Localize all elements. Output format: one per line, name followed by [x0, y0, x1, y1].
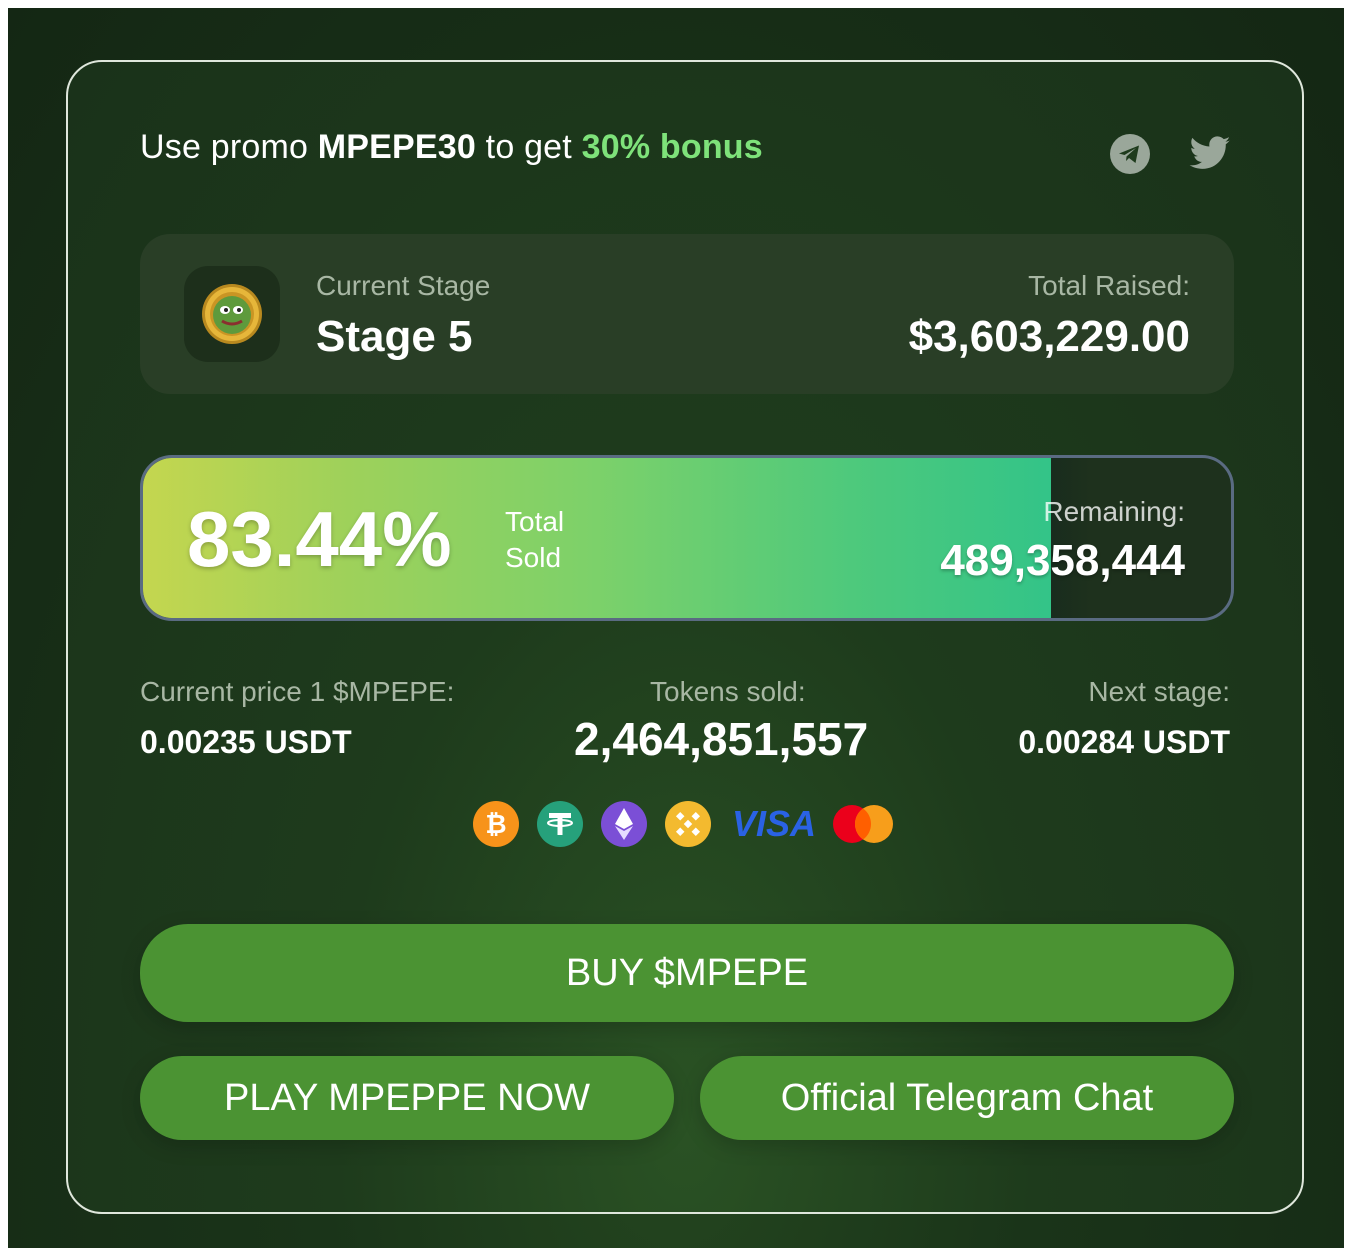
svg-text:₿: ₿	[485, 810, 506, 840]
ethereum-icon	[600, 800, 648, 848]
buy-mpepe-button[interactable]: BUY $MPEPE	[140, 924, 1234, 1022]
current-price-value: 0.00235 USDT	[140, 724, 352, 760]
svg-text:VISA: VISA	[732, 803, 816, 844]
bnb-icon	[664, 800, 712, 848]
presale-widget: Use promo MPEPE30 to get 30% bonus Curre…	[66, 60, 1304, 1214]
total-sold-label: Total Sold	[505, 506, 565, 573]
stage-label: Current Stage	[316, 270, 491, 301]
promo-middle: to get	[485, 128, 572, 166]
promo-code: MPEPE30	[317, 128, 477, 166]
percent-sold: 83.44%	[187, 495, 452, 583]
total-raised-value: $3,603,229.00	[908, 312, 1190, 361]
twitter-icon[interactable]	[1188, 132, 1232, 176]
telegram-chat-button[interactable]: Official Telegram Chat	[700, 1056, 1234, 1140]
promo-banner: Use promo MPEPE30 to get 30% bonus	[140, 128, 763, 167]
stage-panel: Current Stage Stage 5 Total Raised: $3,6…	[140, 234, 1234, 394]
visa-icon: VISA	[728, 800, 820, 848]
total-raised-label: Total Raised:	[1028, 270, 1190, 301]
current-price-label: Current price 1 $MPEPE:	[140, 676, 455, 707]
tether-icon	[536, 800, 584, 848]
next-stage-label: Next stage:	[1088, 676, 1230, 707]
remaining-label: Remaining:	[1043, 496, 1185, 527]
sale-progress-bar: 83.44% Total Sold Remaining: 489,358,444	[140, 455, 1234, 621]
tokens-sold-label: Tokens sold:	[650, 676, 806, 707]
stage-value: Stage 5	[316, 312, 473, 361]
bitcoin-icon: ₿	[472, 800, 520, 848]
telegram-icon[interactable]	[1108, 132, 1152, 176]
remaining-value: 489,358,444	[940, 536, 1185, 585]
page-background: Use promo MPEPE30 to get 30% bonus Curre…	[8, 8, 1344, 1248]
tokens-sold-value: 2,464,851,557	[574, 713, 869, 765]
promo-prefix: Use promo	[140, 128, 309, 166]
next-stage-value: 0.00284 USDT	[1018, 724, 1230, 760]
mastercard-icon	[828, 800, 898, 848]
promo-bonus: 30% bonus	[581, 128, 763, 166]
play-mpeppe-button[interactable]: PLAY MPEPPE NOW	[140, 1056, 674, 1140]
mpepe-coin-icon	[184, 266, 280, 362]
